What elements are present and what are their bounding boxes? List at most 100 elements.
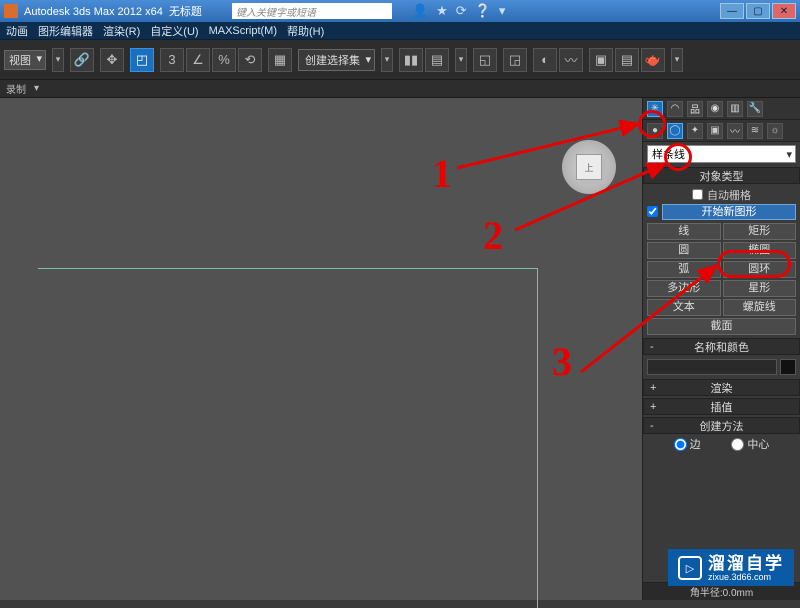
line-button[interactable]: 线 — [647, 223, 721, 240]
edge-option[interactable]: 边 — [674, 436, 701, 452]
autogrid-checkbox[interactable] — [692, 189, 703, 200]
record-dropdown-icon[interactable]: ▾ — [34, 83, 39, 94]
systems-icon[interactable]: ☼ — [767, 123, 783, 139]
menu-customize[interactable]: 自定义(U) — [150, 23, 198, 39]
rollout-create-method-label: 创建方法 — [700, 418, 744, 434]
maximize-button[interactable]: ▢ — [746, 3, 770, 19]
section-button[interactable]: 截面 — [647, 318, 796, 335]
main-area: 上 ✳ ◠ 品 ◉ ▥ 🔧 ● ◯ ✦ ▣ 〰 ≋ ☼ 样条线 - 对象类型 — [0, 98, 800, 600]
ref-coord-dropdown[interactable]: 视图 — [4, 50, 46, 70]
motion-tab-icon[interactable]: ◉ — [707, 101, 723, 117]
people-icon[interactable]: 👤 — [412, 3, 428, 19]
close-button[interactable]: ✕ — [772, 3, 796, 19]
render-icon[interactable]: 🫖 — [641, 48, 665, 72]
percent-snap[interactable]: % — [212, 48, 236, 72]
flyout-3[interactable]: ▾ — [455, 48, 467, 72]
center-option[interactable]: 中心 — [731, 436, 769, 452]
menu-bar: 动画 图形编辑器 渲染(R) 自定义(U) MAXScript(M) 帮助(H) — [0, 22, 800, 40]
menu-rendering[interactable]: 渲染(R) — [103, 23, 140, 39]
angle-snap[interactable]: ∠ — [186, 48, 210, 72]
dropdown-icon[interactable]: ▾ — [499, 3, 506, 19]
lights-icon[interactable]: ✦ — [687, 123, 703, 139]
curve-editor-icon[interactable]: 〰 — [559, 48, 583, 72]
watermark-url: zixue.3d66.com — [708, 573, 784, 582]
ngon-button[interactable]: 多边形 — [647, 280, 721, 297]
rollout-create-method[interactable]: - 创建方法 — [643, 417, 800, 434]
object-color-swatch[interactable] — [780, 359, 796, 375]
record-label: 录制 — [6, 81, 26, 96]
rollout-sign-3: + — [650, 382, 656, 394]
title-bar: Autodesk 3ds Max 2012 x64 无标题 键入关键字或短语 👤… — [0, 0, 800, 22]
rollout-interp-label: 插值 — [711, 399, 733, 415]
text-button[interactable]: 文本 — [647, 299, 721, 316]
flyout-1[interactable]: ▾ — [52, 48, 64, 72]
selection-lock[interactable]: ▦ — [268, 48, 292, 72]
rollout-sign-5: - — [650, 420, 654, 432]
render-frame-icon[interactable]: ▤ — [615, 48, 639, 72]
modify-tab-icon[interactable]: ◠ — [667, 101, 683, 117]
schematic-icon[interactable]: ◲ — [503, 48, 527, 72]
viewport[interactable]: 上 — [0, 98, 642, 600]
shape-category-dropdown[interactable]: 样条线 — [647, 145, 796, 163]
rotate-icon[interactable]: ◰ — [130, 48, 154, 72]
create-tab-icon[interactable]: ✳ — [647, 101, 663, 117]
snap-toggle[interactable]: 3 — [160, 48, 184, 72]
arc-button[interactable]: 弧 — [647, 261, 721, 278]
mirror-icon[interactable]: ▮▮ — [399, 48, 423, 72]
link-icon[interactable]: 🔗 — [70, 48, 94, 72]
rollout-render-label: 渲染 — [711, 380, 733, 396]
start-new-checkbox[interactable] — [647, 206, 658, 217]
align-icon[interactable]: ▤ — [425, 48, 449, 72]
menu-animation[interactable]: 动画 — [6, 23, 28, 39]
rollout-sign-2: - — [650, 341, 654, 353]
utilities-tab-icon[interactable]: 🔧 — [747, 101, 763, 117]
command-panel-tabs: ✳ ◠ 品 ◉ ▥ 🔧 — [643, 98, 800, 120]
help-icon[interactable]: ❔ — [475, 3, 491, 19]
named-selection-dropdown[interactable]: 创建选择集 — [298, 49, 375, 71]
rollout-name-color-label: 名称和颜色 — [694, 339, 749, 355]
viewport-rect — [38, 268, 538, 608]
donut-button[interactable]: 圆环 — [723, 261, 797, 278]
helpers-icon[interactable]: 〰 — [727, 123, 743, 139]
rollout-name-color[interactable]: - 名称和颜色 — [643, 338, 800, 355]
spinner-snap[interactable]: ⟲ — [238, 48, 262, 72]
viewcube[interactable]: 上 — [562, 140, 616, 194]
app-icon — [4, 4, 18, 18]
move-icon[interactable]: ✥ — [100, 48, 124, 72]
play-icon: ▷ — [678, 556, 702, 580]
shapes-icon[interactable]: ◯ — [667, 123, 683, 139]
flyout-4[interactable]: ▾ — [671, 48, 683, 72]
circle-button[interactable]: 圆 — [647, 242, 721, 259]
rollout-object-type[interactable]: - 对象类型 — [643, 167, 800, 184]
search-input[interactable]: 键入关键字或短语 — [232, 3, 392, 19]
hierarchy-tab-icon[interactable]: 品 — [687, 101, 703, 117]
flyout-2[interactable]: ▾ — [381, 48, 393, 72]
display-tab-icon[interactable]: ▥ — [727, 101, 743, 117]
minimize-button[interactable]: — — [720, 3, 744, 19]
start-new-shape-button[interactable]: 开始新图形 — [662, 204, 796, 220]
menu-help[interactable]: 帮助(H) — [287, 23, 324, 39]
rollout-interp[interactable]: + 插值 — [643, 398, 800, 415]
helix-button[interactable]: 螺旋线 — [723, 299, 797, 316]
rectangle-button[interactable]: 矩形 — [723, 223, 797, 240]
cameras-icon[interactable]: ▣ — [707, 123, 723, 139]
create-categories: ● ◯ ✦ ▣ 〰 ≋ ☼ — [643, 120, 800, 142]
sync-icon[interactable]: ⟳ — [456, 3, 467, 19]
star-button[interactable]: 星形 — [723, 280, 797, 297]
menu-graph-editors[interactable]: 图形编辑器 — [38, 23, 93, 39]
viewcube-face[interactable]: 上 — [576, 154, 602, 180]
object-name-input[interactable] — [647, 359, 777, 375]
render-setup-icon[interactable]: ▣ — [589, 48, 613, 72]
autogrid-label: 自动栅格 — [707, 187, 751, 203]
create-method-options: 边 中心 — [643, 435, 800, 453]
menu-maxscript[interactable]: MAXScript(M) — [209, 25, 277, 37]
ellipse-button[interactable]: 椭圆 — [723, 242, 797, 259]
rollout-render[interactable]: + 渲染 — [643, 379, 800, 396]
layers-icon[interactable]: ◱ — [473, 48, 497, 72]
geometry-icon[interactable]: ● — [647, 123, 663, 139]
app-title: Autodesk 3ds Max 2012 x64 无标题 — [24, 3, 202, 19]
rollout-object-type-label: 对象类型 — [700, 168, 744, 184]
spacewarps-icon[interactable]: ≋ — [747, 123, 763, 139]
material-editor-icon[interactable]: ◐ — [533, 48, 557, 72]
favorite-icon[interactable]: ★ — [436, 3, 448, 19]
